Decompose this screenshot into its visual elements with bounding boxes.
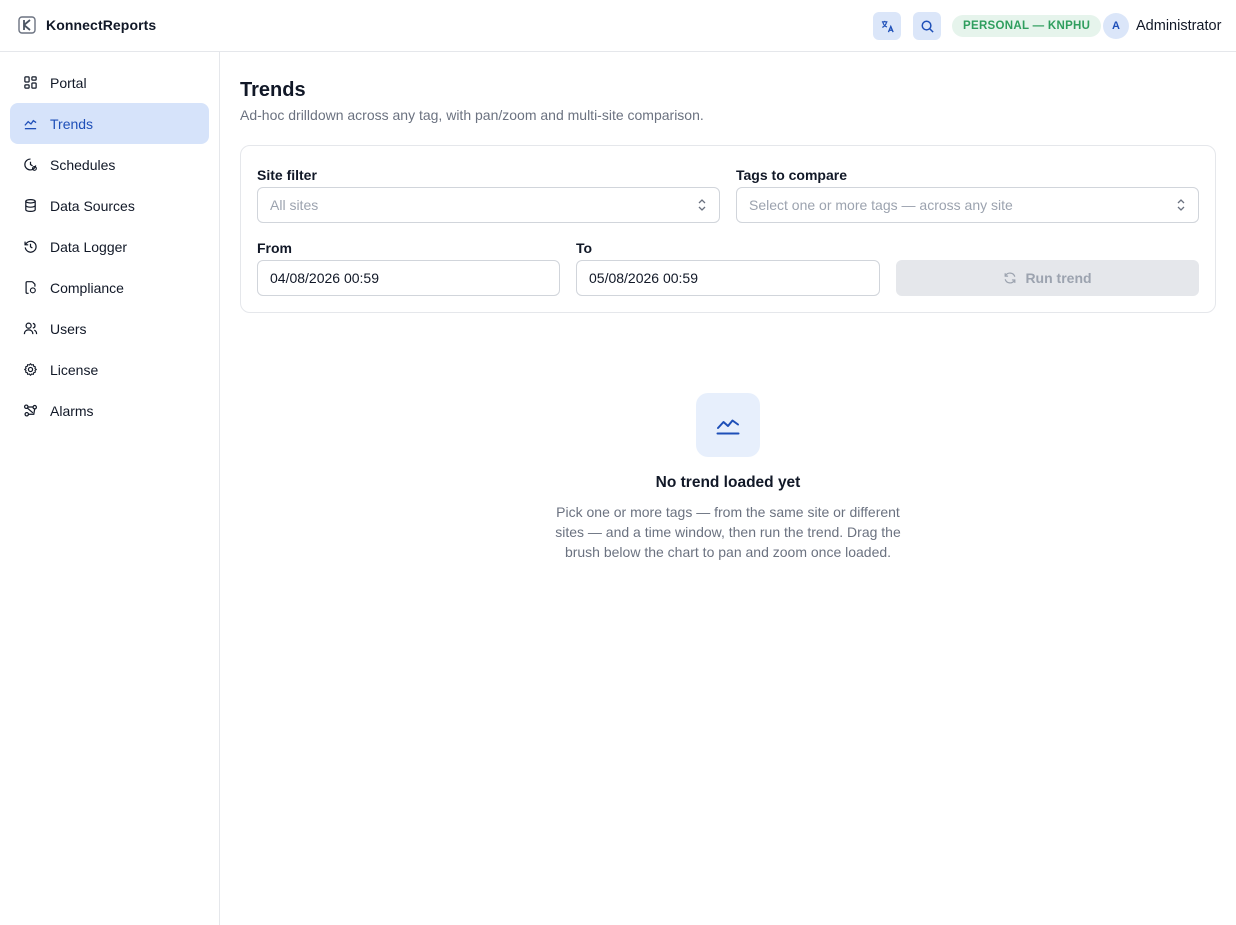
- user-name: Administrator: [1136, 18, 1222, 34]
- sidebar-item-data-sources[interactable]: Data Sources: [10, 185, 209, 226]
- search-icon: [921, 20, 934, 33]
- trend-line-icon: [22, 116, 38, 132]
- sidebar-item-label: License: [50, 361, 99, 378]
- run-trend-button[interactable]: Run trend: [896, 260, 1199, 296]
- sidebar-item-schedules[interactable]: Schedules: [10, 144, 209, 185]
- sidebar-item-portal[interactable]: Portal: [10, 62, 209, 103]
- page-title: Trends: [240, 79, 306, 101]
- sidebar-item-label: Users: [50, 320, 87, 337]
- users-icon: [22, 321, 38, 337]
- chevron-up-down-icon: [1177, 199, 1185, 211]
- empty-state-chart-icon: [696, 393, 760, 457]
- site-filter-placeholder: All sites: [270, 197, 319, 213]
- app-name: KonnectReports: [46, 17, 157, 33]
- grid-icon: [22, 75, 38, 91]
- history-icon: [22, 239, 38, 255]
- main-content: Trends Ad-hoc drilldown across any tag, …: [220, 52, 1236, 925]
- sidebar-item-trends[interactable]: Trends: [10, 103, 209, 144]
- page-subtitle: Ad-hoc drilldown across any tag, with pa…: [240, 107, 704, 123]
- sidebar: Portal Trends Schedules Data Sources Dat…: [0, 52, 220, 925]
- site-filter-select[interactable]: All sites: [257, 187, 720, 223]
- empty-state-title: No trend loaded yet: [655, 474, 801, 491]
- refresh-icon: [1005, 272, 1016, 284]
- sidebar-item-users[interactable]: Users: [10, 308, 209, 349]
- sidebar-nav: Portal Trends Schedules Data Sources Dat…: [10, 62, 209, 431]
- trend-form-card: Site filter All sites Tags to compare Se…: [240, 145, 1216, 313]
- tags-select[interactable]: Select one or more tags — across any sit…: [736, 187, 1199, 223]
- tags-label: Tags to compare: [736, 167, 847, 183]
- gear-icon: [22, 362, 38, 378]
- database-icon: [22, 198, 38, 214]
- sidebar-item-compliance[interactable]: Compliance: [10, 267, 209, 308]
- avatar: A: [1103, 13, 1129, 39]
- sidebar-item-label: Compliance: [50, 279, 124, 296]
- sidebar-item-label: Data Sources: [50, 197, 135, 214]
- user-menu[interactable]: A Administrator: [1103, 13, 1221, 39]
- sidebar-item-label: Schedules: [50, 156, 116, 173]
- translate-icon: [881, 20, 894, 32]
- license-badge: PERSONAL — KNPHU: [952, 15, 1102, 37]
- to-value: 05/08/2026 00:59: [589, 270, 698, 286]
- empty-state-description: Pick one or more tags — from the same si…: [555, 504, 901, 560]
- chevron-up-down-icon: [698, 199, 706, 211]
- to-label: To: [576, 240, 593, 256]
- from-value: 04/08/2026 00:59: [270, 270, 379, 286]
- translate-button[interactable]: [873, 12, 901, 40]
- sidebar-item-label: Trends: [50, 115, 94, 132]
- sidebar-item-license[interactable]: License: [10, 349, 209, 390]
- share-nodes-icon: [22, 403, 38, 419]
- from-datetime-input[interactable]: 04/08/2026 00:59: [257, 260, 560, 296]
- tags-placeholder: Select one or more tags — across any sit…: [749, 197, 1013, 213]
- sidebar-item-label: Data Logger: [50, 238, 128, 255]
- clock-icon: [22, 157, 38, 173]
- run-trend-label: Run trend: [1025, 270, 1092, 286]
- sidebar-item-data-logger[interactable]: Data Logger: [10, 226, 209, 267]
- to-datetime-input[interactable]: 05/08/2026 00:59: [576, 260, 880, 296]
- logo-icon: [18, 16, 36, 34]
- search-button[interactable]: [913, 12, 941, 40]
- sidebar-item-label: Portal: [50, 74, 87, 91]
- from-label: From: [257, 240, 292, 256]
- brand[interactable]: KonnectReports: [18, 16, 156, 34]
- sidebar-item-alarms[interactable]: Alarms: [10, 390, 209, 431]
- document-check-icon: [22, 280, 38, 296]
- sidebar-item-label: Alarms: [50, 402, 94, 419]
- site-filter-label: Site filter: [257, 167, 317, 183]
- top-bar: KonnectReports PERSONAL — KNPHU A Admini…: [0, 0, 1236, 52]
